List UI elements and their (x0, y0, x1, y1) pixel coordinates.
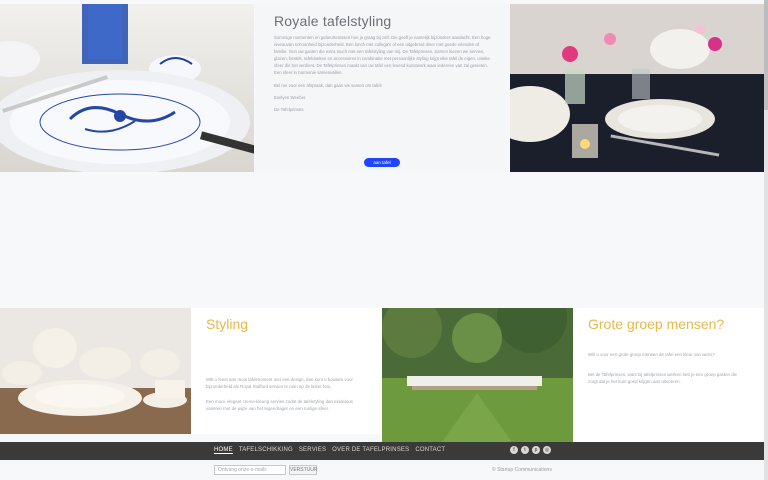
table-setting-photo (510, 4, 764, 172)
aan-tafel-button[interactable]: aan tafel (364, 158, 400, 167)
group-paragraph: Wilt u voor een grote groep mensen de ta… (588, 352, 715, 357)
social-links: f t p ◎ (510, 446, 551, 454)
hero-signature-title: De Tafelprinses (274, 106, 304, 112)
footer: Ontvang onze e-mails VERSTUUR © Startup … (0, 460, 768, 480)
plate-photo (0, 4, 254, 172)
scrollbar-thumb[interactable] (764, 0, 768, 110)
nav-over-de-tafelprinses[interactable]: OVER DE TAFELPRINSES (332, 447, 409, 454)
hero-title: Royale tafelstyling (274, 13, 392, 29)
instagram-icon[interactable]: ◎ (543, 446, 551, 454)
pinterest-icon[interactable]: p (532, 446, 540, 454)
garden-photo (382, 308, 573, 442)
hero-paragraph: Bel me voor een afspraak, dan gaan we sa… (274, 82, 382, 88)
group-paragraph: Bel de Tafelprinses, want bij tafelprins… (588, 372, 738, 384)
styling-panel: Styling Wilt u feest aan mooi tafelmomen… (191, 308, 382, 434)
nav-servies[interactable]: SERVIES (299, 447, 326, 454)
styling-title: Styling (206, 316, 249, 332)
hero-intro: Sommige momenten en gebeurtenissen hoe j… (274, 34, 492, 118)
twitter-icon[interactable]: t (521, 446, 529, 454)
tea-set-photo (0, 308, 191, 434)
newsletter-email-input[interactable]: Ontvang onze e-mails (214, 465, 286, 475)
hero-text-panel: Royale tafelstyling Sommige momenten en … (255, 4, 509, 172)
styling-paragraph: Een mooi, elegant creme-kleurig servies … (206, 399, 353, 411)
hero-paragraph: Sommige momenten en gebeurtenissen hoe j… (274, 35, 491, 76)
group-title: Grote groep mensen? (588, 316, 725, 332)
nav-contact[interactable]: CONTACT (415, 447, 445, 454)
content-spacer (0, 172, 768, 308)
copyright-text: © Startup Communications (492, 467, 552, 473)
nav-items: HOME TAFELSCHIKKING SERVIES OVER DE TAFE… (214, 447, 445, 454)
facebook-icon[interactable]: f (510, 446, 518, 454)
nav-home[interactable]: HOME (214, 447, 233, 454)
page-scrollbar[interactable] (764, 0, 768, 480)
styling-paragraph: Wilt u feest aan mooi tafelmoment met ee… (206, 377, 353, 389)
main-nav: HOME TAFELSCHIKKING SERVIES OVER DE TAFE… (0, 442, 768, 460)
newsletter-submit-button[interactable]: VERSTUUR (289, 465, 318, 475)
group-panel: Grote groep mensen? Wilt u voor een grot… (573, 308, 764, 442)
nav-tafelschikking[interactable]: TAFELSCHIKKING (239, 447, 293, 454)
hero-signature-name: Evelyen Weeber (274, 94, 306, 100)
